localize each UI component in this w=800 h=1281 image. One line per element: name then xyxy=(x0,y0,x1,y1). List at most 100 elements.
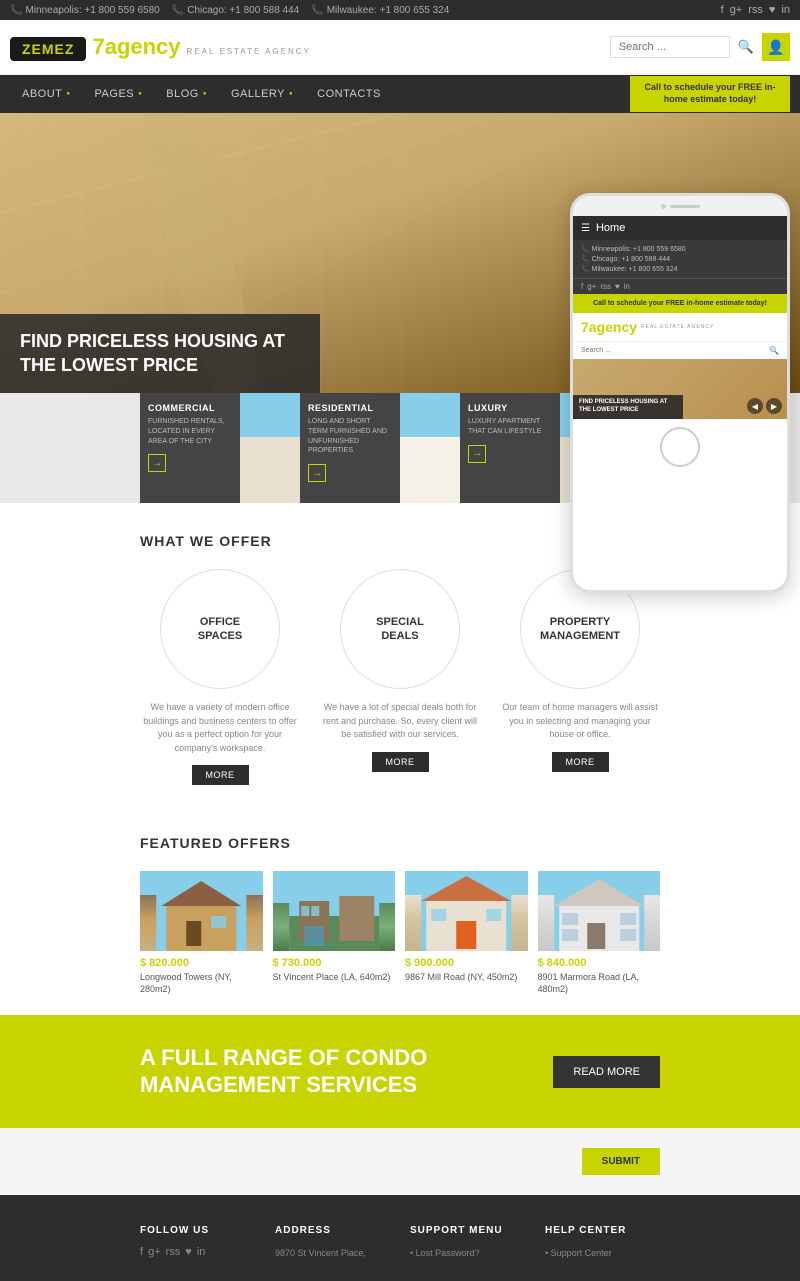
footer-rss-icon[interactable]: rss xyxy=(166,1246,181,1258)
nav-gallery[interactable]: GALLERY ● xyxy=(219,78,305,110)
property-grid: $ 820.000 Longwood Towers (NY, 280m2) $ … xyxy=(140,871,660,995)
prop-title-luxury: LUXURY xyxy=(468,403,552,413)
rss-icon[interactable]: rss xyxy=(748,4,763,16)
logo-area: ZEMEZ 7agency REAL ESTATE AGENCY xyxy=(10,34,610,61)
top-bar: 📞 Minneapolis: +1 800 559 6580 📞 Chicago… xyxy=(0,0,800,20)
phone-icon: 📞 xyxy=(311,5,323,16)
nav-contacts[interactable]: CONTACTS xyxy=(305,78,393,110)
offer-label-2: SPECIALDEALS xyxy=(376,615,424,644)
footer-social-icons: f g+ rss ♥ in xyxy=(140,1246,255,1258)
offer-desc-3: Our team of home managers will assist yo… xyxy=(500,701,660,742)
footer-facebook-icon[interactable]: f xyxy=(140,1246,143,1258)
prop-desc-commercial: FURNISHED RENTALS, LOCATED IN EVERY AREA… xyxy=(148,417,232,446)
nav-cta[interactable]: Call to schedule your FREE in-home estim… xyxy=(630,76,790,111)
linkedin-icon[interactable]: in xyxy=(781,4,790,16)
property-name-3: 9867 Mill Road (NY, 450m2) xyxy=(405,972,528,984)
pinterest-icon[interactable]: ♥ xyxy=(769,4,776,16)
property-img-4 xyxy=(538,871,661,951)
read-more-button[interactable]: READ MORE xyxy=(553,1056,660,1088)
phone-item-1: 📞 Minneapolis: +1 800 559 6580 xyxy=(581,244,779,254)
nav-dot: ● xyxy=(66,91,70,97)
footer: FOLLOW US f g+ rss ♥ in ADDRESS 9870 St … xyxy=(0,1195,800,1280)
cta-banner-text: A FULL RANGE OF CONDOMANAGEMENT SERVICES xyxy=(140,1045,427,1098)
prop-card-info-commercial: COMMERCIAL FURNISHED RENTALS, LOCATED IN… xyxy=(140,393,240,503)
zemez-badge[interactable]: ZEMEZ xyxy=(10,37,86,61)
agency-logo-group: 7agency REAL ESTATE AGENCY xyxy=(92,34,310,60)
offer-more-btn-2[interactable]: MORE xyxy=(372,752,429,772)
prop-img-residential xyxy=(400,393,460,503)
nav-dot: ● xyxy=(138,91,142,97)
nav-pages[interactable]: PAGES ● xyxy=(83,78,155,110)
footer-gplus-icon[interactable]: g+ xyxy=(148,1246,161,1258)
nav-links: ABOUT ● PAGES ● BLOG ● GALLERY ● CONTACT… xyxy=(10,78,393,110)
property-item-4: $ 840.000 8901 Marmora Road (LA, 480m2) xyxy=(538,871,661,995)
property-img-3 xyxy=(405,871,528,951)
prop-desc-luxury: LUXURY APARTMENT THAT CAN LIFESTYLE xyxy=(468,417,552,437)
phone-frame: ☰ Home 📞 Minneapolis: +1 800 559 6580 📞 … xyxy=(570,193,790,593)
phone-search-btn[interactable]: 🔍 xyxy=(769,346,779,355)
property-price-4: $ 840.000 xyxy=(538,957,661,969)
footer-help-content: • Support Center xyxy=(545,1246,660,1260)
footer-linkedin-icon[interactable]: in xyxy=(197,1246,206,1258)
facebook-icon[interactable]: f xyxy=(721,4,724,16)
search-input[interactable] xyxy=(610,36,730,58)
footer-pin-icon[interactable]: ♥ xyxy=(185,1246,192,1258)
nav-dot: ● xyxy=(289,91,293,97)
phone-home-button[interactable] xyxy=(660,427,700,467)
prop-arrow-luxury[interactable]: → xyxy=(468,445,486,463)
submit-button[interactable]: SUBMIT xyxy=(582,1148,660,1175)
phone-speaker xyxy=(670,205,700,208)
property-price-3: $ 900.000 xyxy=(405,957,528,969)
phone-prev-btn[interactable]: ◀ xyxy=(747,398,763,414)
logo-number: 7 xyxy=(92,34,104,59)
footer-follow-us: FOLLOW US f g+ rss ♥ in xyxy=(140,1225,255,1260)
property-name-2: St Vincent Place (LA, 640m2) xyxy=(273,972,396,984)
phone-next-btn[interactable]: ▶ xyxy=(766,398,782,414)
prop-arrow-residential[interactable]: → xyxy=(308,464,326,482)
phone-search-row: 🔍 xyxy=(573,341,787,359)
phone-gplus-icon: g+ xyxy=(587,282,596,291)
google-plus-icon[interactable]: g+ xyxy=(730,4,743,16)
phone-milwaukee: 📞 Milwaukee: +1 800 655 324 xyxy=(311,5,449,16)
offer-office-spaces: OFFICESPACES We have a variety of modern… xyxy=(140,569,300,785)
phone-nav-title: Home xyxy=(596,222,625,234)
phone-nav: ☰ Home xyxy=(573,216,787,240)
footer-followus-title: FOLLOW US xyxy=(140,1225,255,1236)
offer-more-btn-1[interactable]: MORE xyxy=(192,765,249,785)
footer-help-title: HELP CENTER xyxy=(545,1225,660,1236)
nav-dot: ● xyxy=(203,91,207,97)
cta-banner: A FULL RANGE OF CONDOMANAGEMENT SERVICES… xyxy=(0,1015,800,1128)
featured-offers-section: FEATURED OFFERS $ 820.000 Longwood Tower… xyxy=(0,815,800,1015)
offer-label-3: PROPERTYMANAGEMENT xyxy=(540,615,620,644)
phone-icon: 📞 xyxy=(172,5,184,16)
prop-arrow-commercial[interactable]: → xyxy=(148,454,166,472)
prop-img-commercial xyxy=(240,393,300,503)
footer-support: SUPPORT MENU • Lost Password? xyxy=(410,1225,525,1260)
footer-address-title: ADDRESS xyxy=(275,1225,390,1236)
offer-more-btn-3[interactable]: MORE xyxy=(552,752,609,772)
logo-agency: agency xyxy=(105,34,181,59)
footer-help: HELP CENTER • Support Center xyxy=(545,1225,660,1260)
search-button[interactable]: 🔍 xyxy=(738,39,754,55)
phone-minneapolis: 📞 Minneapolis: +1 800 559 6580 xyxy=(10,5,160,16)
phone-cta: Call to schedule your FREE in-home estim… xyxy=(573,294,787,313)
property-item-3: $ 900.000 9867 Mill Road (NY, 450m2) xyxy=(405,871,528,995)
phone-hero-nav: ◀ ▶ xyxy=(747,398,782,414)
phone-content: ☰ Home 📞 Minneapolis: +1 800 559 6580 📞 … xyxy=(573,216,787,593)
phone-search-input[interactable] xyxy=(581,347,769,354)
footer-address: ADDRESS 9870 St Vincent Place, xyxy=(275,1225,390,1260)
phone-logo-num: 7 xyxy=(581,319,589,335)
property-name-4: 8901 Marmora Road (LA, 480m2) xyxy=(538,972,661,995)
phone-rss-icon: rss xyxy=(600,282,611,291)
offer-circle-1: OFFICESPACES xyxy=(160,569,280,689)
hamburger-icon: ☰ xyxy=(581,223,590,234)
prop-card-info-luxury: LUXURY LUXURY APARTMENT THAT CAN LIFESTY… xyxy=(460,393,560,503)
phone-cta-text: Call to schedule your FREE in-home estim… xyxy=(581,300,779,307)
offer-property-mgmt: PROPERTYMANAGEMENT Our team of home mana… xyxy=(500,569,660,785)
phone-logo-text: 7agency xyxy=(581,319,637,335)
nav-blog[interactable]: BLOG ● xyxy=(154,78,219,110)
footer-support-content: • Lost Password? xyxy=(410,1246,525,1260)
user-icon-button[interactable]: 👤 xyxy=(762,33,790,61)
phone-item-3: 📞 Milwaukee: +1 800 655 324 xyxy=(581,264,779,274)
nav-about[interactable]: ABOUT ● xyxy=(10,78,83,110)
